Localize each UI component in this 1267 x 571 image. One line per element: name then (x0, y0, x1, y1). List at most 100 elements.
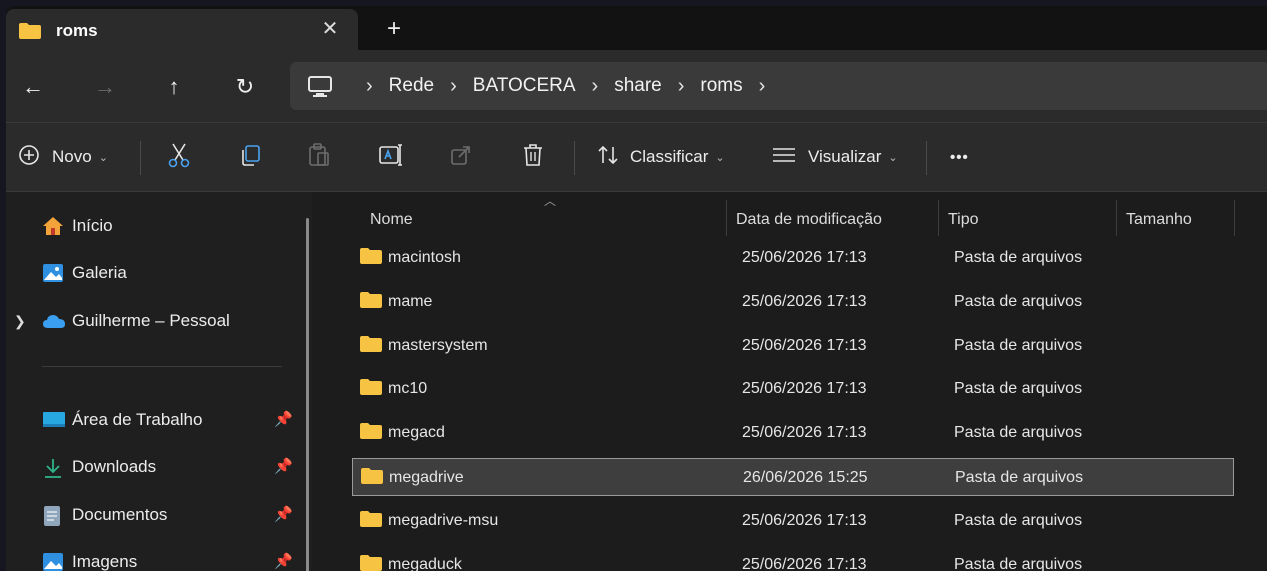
sidebar-item-documentos[interactable]: Documentos 📌 (6, 497, 306, 533)
back-button[interactable]: ← (18, 72, 48, 102)
column-header-size[interactable]: Tamanho (1126, 200, 1192, 240)
breadcrumb-separator[interactable]: › (678, 75, 685, 98)
column-separator[interactable] (1116, 200, 1117, 236)
column-separator[interactable] (1234, 200, 1235, 236)
folder-icon (360, 554, 382, 571)
pin-icon[interactable]: 📌 (274, 457, 293, 475)
divider (574, 141, 575, 175)
share-button[interactable] (450, 141, 472, 173)
pin-icon[interactable]: 📌 (274, 505, 293, 523)
table-row[interactable]: megacd 25/06/2026 17:13 Pasta de arquivos (352, 414, 1234, 452)
command-bar: Novo ⌄ Classificar ⌄ Visualizar ⌄ ••• (6, 123, 1267, 192)
breadcrumb-separator[interactable]: › (759, 75, 766, 98)
file-type: Pasta de arquivos (954, 380, 1083, 398)
divider (140, 141, 141, 175)
more-options-button[interactable]: ••• (950, 141, 969, 173)
sidebar-item-onedrive[interactable]: ❯ Guilherme – Pessoal (6, 303, 306, 339)
column-header-name[interactable]: Nome (370, 200, 413, 240)
sidebar-item-label: Início (72, 216, 113, 235)
breadcrumb-separator[interactable]: › (450, 75, 457, 98)
column-header-date[interactable]: Data de modificação (736, 200, 882, 240)
add-circle-icon (18, 144, 40, 171)
table-row[interactable]: mastersystem 25/06/2026 17:13 Pasta de arq… (352, 327, 1234, 365)
tab-bar: roms ✕ + (6, 6, 1267, 50)
column-header-type[interactable]: Tipo (948, 200, 979, 240)
new-button[interactable]: Novo ⌄ (18, 141, 108, 173)
folder-icon (360, 510, 382, 532)
table-row[interactable]: megaduck 25/06/2026 17:13 Pasta de arquivo… (352, 546, 1234, 571)
scissors-icon (168, 142, 190, 173)
forward-button[interactable]: → (90, 72, 120, 102)
file-name: mame (388, 292, 433, 310)
sidebar-item-imagens[interactable]: Imagens 📌 (6, 544, 306, 571)
breadcrumb: › Rede › BATOCERA › share › roms › (350, 62, 781, 110)
trash-icon (522, 143, 544, 172)
up-button[interactable]: ↑ (159, 72, 189, 102)
table-row[interactable]: mc10 25/06/2026 17:13 Pasta de arquivos (352, 370, 1234, 408)
file-name: mc10 (388, 380, 428, 398)
file-explorer-window: roms ✕ + ← → ↑ ↻ › Rede › BATOCERA › sha… (6, 6, 1267, 571)
table-row[interactable]: mame 25/06/2026 17:13 Pasta de arquivos (352, 283, 1234, 321)
desktop-icon (42, 410, 65, 430)
rename-button[interactable] (378, 141, 404, 173)
tab-roms[interactable]: roms ✕ (6, 9, 358, 50)
delete-button[interactable] (522, 141, 544, 173)
file-name: megacd (388, 424, 445, 442)
new-tab-button[interactable]: + (381, 16, 407, 42)
chevron-down-icon: ⌄ (715, 151, 725, 164)
paste-button[interactable] (308, 141, 330, 173)
chevron-right-icon[interactable]: ❯ (14, 313, 26, 330)
file-name: megadrive (389, 469, 464, 486)
table-row[interactable]: megadrive 26/06/2026 15:25 Pasta de arquiv… (352, 458, 1234, 496)
file-type: Pasta de arquivos (955, 469, 1084, 486)
file-modified-date: 25/06/2026 17:13 (742, 336, 867, 354)
folder-icon (360, 335, 382, 357)
file-type: Pasta de arquivos (954, 292, 1083, 310)
refresh-button[interactable]: ↻ (230, 72, 260, 102)
file-modified-date: 25/06/2026 17:13 (742, 511, 867, 529)
sidebar-item-downloads[interactable]: Downloads 📌 (6, 449, 306, 485)
view-button[interactable]: Visualizar ⌄ (772, 141, 898, 173)
address-bar[interactable]: › Rede › BATOCERA › share › roms › (290, 62, 1267, 110)
breadcrumb-item-batocera[interactable]: BATOCERA (473, 75, 576, 97)
sidebar-item-inicio[interactable]: Início (6, 208, 306, 244)
pin-icon[interactable]: 📌 (274, 552, 293, 570)
file-type: Pasta de arquivos (954, 555, 1083, 571)
download-icon (42, 457, 64, 478)
breadcrumb-separator[interactable]: › (592, 75, 599, 98)
sidebar-item-area-de-trabalho[interactable]: Área de Trabalho 📌 (6, 402, 306, 438)
file-type: Pasta de arquivos (954, 511, 1083, 529)
copy-button[interactable] (238, 141, 262, 173)
breadcrumb-item-share[interactable]: share (614, 75, 662, 97)
list-view-icon (772, 146, 796, 169)
sidebar-scrollbar[interactable] (306, 218, 309, 571)
share-icon (450, 144, 472, 171)
breadcrumb-separator[interactable]: › (366, 75, 373, 98)
sidebar-item-label: Galeria (72, 263, 127, 282)
cut-button[interactable] (168, 141, 190, 173)
breadcrumb-item-roms[interactable]: roms (700, 75, 742, 97)
folder-icon (360, 423, 382, 444)
sidebar-item-label: Guilherme – Pessoal (72, 311, 230, 330)
pin-icon[interactable]: 📌 (274, 410, 293, 428)
file-name: megadrive-msu (388, 511, 499, 529)
folder-icon (360, 248, 382, 269)
column-separator[interactable] (938, 200, 939, 236)
column-separator[interactable] (726, 200, 727, 236)
table-row[interactable]: megadrive-msu 25/06/2026 17:13 Pasta de ar… (352, 502, 1234, 540)
table-row[interactable]: macintosh 25/06/2026 17:13 Pasta de arquiv… (352, 239, 1234, 277)
sort-arrows-icon (596, 144, 620, 171)
copy-icon (238, 143, 262, 172)
file-name: macintosh (388, 249, 461, 266)
sort-button-label: Classificar (630, 147, 709, 166)
sidebar-item-galeria[interactable]: Galeria (6, 255, 306, 291)
sort-button[interactable]: Classificar ⌄ (596, 141, 725, 173)
clipboard-icon (308, 142, 330, 172)
file-modified-date: 26/06/2026 15:25 (743, 469, 868, 486)
file-list: ︿ Nome Data de modificação Tipo Tamanho … (312, 192, 1267, 571)
file-modified-date: 25/06/2026 17:13 (742, 424, 867, 442)
file-modified-date: 25/06/2026 17:13 (742, 555, 867, 571)
close-tab-icon[interactable]: ✕ (318, 17, 342, 41)
document-icon (42, 505, 64, 526)
breadcrumb-item-rede[interactable]: Rede (389, 75, 434, 97)
